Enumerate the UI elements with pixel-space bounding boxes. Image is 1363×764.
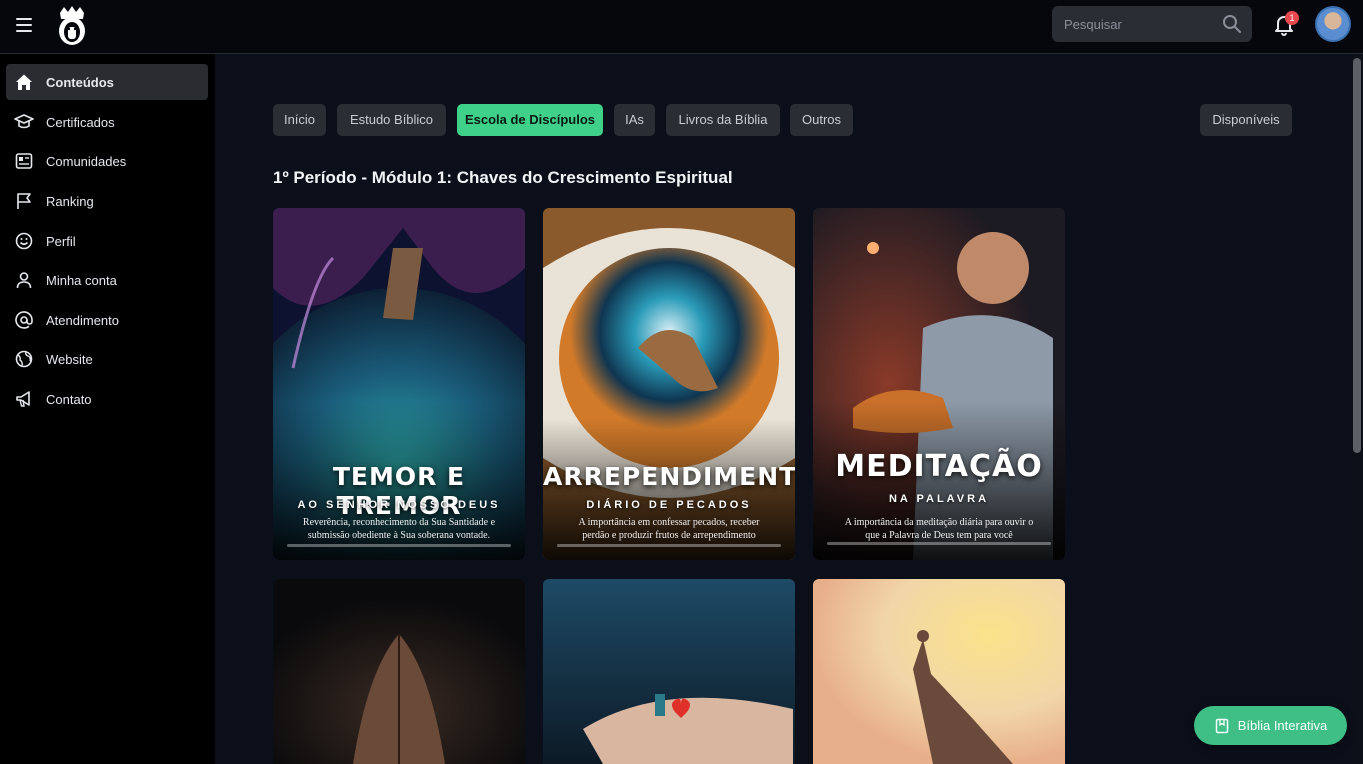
progress-bar — [827, 542, 1051, 545]
card-description: Reverência, reconhecimento da Sua Santid… — [289, 516, 509, 542]
sidebar-item-minha-conta[interactable]: Minha conta — [6, 262, 208, 298]
sidebar: Conteúdos Certificados Comunidades Ranki… — [0, 54, 215, 764]
top-bar: 1 — [0, 0, 1363, 54]
notification-badge: 1 — [1285, 11, 1299, 25]
sidebar-item-label: Comunidades — [46, 153, 127, 169]
fab-label: Bíblia Interativa — [1237, 718, 1328, 733]
scrollbar[interactable] — [1351, 54, 1363, 764]
sidebar-item-certificados[interactable]: Certificados — [6, 104, 208, 140]
sidebar-item-label: Website — [46, 351, 93, 367]
search-input[interactable] — [1052, 6, 1212, 42]
smile-icon — [14, 231, 34, 251]
home-icon — [14, 72, 34, 92]
course-card-arrependimento[interactable]: ARREPENDIMENTO DIÁRIO DE PECADOS A impor… — [543, 208, 795, 560]
graduation-cap-icon — [14, 112, 34, 132]
card-title: MEDITAÇÃO — [835, 449, 1043, 484]
sidebar-item-ranking[interactable]: Ranking — [6, 183, 208, 219]
card-description-line: A importância da meditação diária para o… — [844, 517, 1034, 528]
lion-logo[interactable] — [56, 5, 88, 47]
sidebar-item-atendimento[interactable]: Atendimento — [6, 302, 208, 338]
course-card-adoracao[interactable] — [813, 579, 1065, 764]
progress-bar — [557, 544, 781, 547]
hamburger-menu-icon[interactable] — [12, 14, 36, 38]
bookmark-book-icon — [1215, 718, 1228, 733]
megaphone-icon — [14, 389, 34, 409]
sidebar-item-label: Minha conta — [46, 272, 117, 288]
user-icon — [14, 270, 34, 290]
tab-estudo-biblico[interactable]: Estudo Bíblico — [337, 104, 446, 136]
sidebar-item-conteudos[interactable]: Conteúdos — [6, 64, 208, 100]
course-card-temor-e-tremor[interactable]: TEMOR E TREMOR AO SENHOR NOSSO DEUS Reve… — [273, 208, 525, 560]
tab-outros[interactable]: Outros — [790, 104, 853, 136]
avatar[interactable] — [1315, 6, 1351, 42]
card-description: A importância em confessar pecados, rece… — [559, 516, 779, 542]
sidebar-item-label: Conteúdos — [46, 74, 114, 90]
sidebar-item-comunidades[interactable]: Comunidades — [6, 143, 208, 179]
card-description-line: submissão obediente à Sua soberana vonta… — [307, 530, 491, 541]
card-artwork — [273, 579, 525, 764]
course-card-meditacao[interactable]: MEDITAÇÃO NA PALAVRA A importância da me… — [813, 208, 1065, 560]
sidebar-item-label: Contato — [46, 391, 92, 407]
card-artwork — [543, 579, 795, 764]
card-subtitle: DIÁRIO DE PECADOS — [586, 499, 752, 511]
sidebar-item-contato[interactable]: Contato — [6, 381, 208, 417]
course-card-amor[interactable] — [543, 579, 795, 764]
card-description: A importância da meditação diária para o… — [829, 516, 1049, 542]
globe-icon — [14, 349, 34, 369]
tab-ias[interactable]: IAs — [614, 104, 655, 136]
search-icon[interactable] — [1222, 14, 1242, 34]
sidebar-item-perfil[interactable]: Perfil — [6, 223, 208, 259]
sidebar-item-label: Certificados — [46, 114, 115, 130]
card-description-line: perdão e produzir frutos de arrependimen… — [582, 530, 756, 541]
scrollbar-thumb[interactable] — [1353, 58, 1361, 453]
filter-disponiveis-button[interactable]: Disponíveis — [1200, 104, 1292, 136]
progress-bar — [287, 544, 511, 547]
card-description-line: Reverência, reconhecimento da Sua Santid… — [302, 517, 496, 528]
flag-icon — [14, 191, 34, 211]
search-box — [1052, 6, 1252, 42]
sidebar-item-label: Ranking — [46, 193, 94, 209]
card-subtitle: NA PALAVRA — [888, 493, 990, 505]
card-title: TEMOR E TREMOR — [332, 462, 466, 520]
tab-livros-da-biblia[interactable]: Livros da Bíblia — [666, 104, 780, 136]
sidebar-item-label: Perfil — [46, 233, 76, 249]
card-description-line: A importância em confessar pecados, rece… — [578, 517, 760, 528]
newspaper-icon — [14, 151, 34, 171]
sidebar-item-label: Atendimento — [46, 312, 119, 328]
tab-escola-de-discipulos[interactable]: Escola de Discípulos — [457, 104, 603, 136]
card-artwork — [813, 208, 1065, 560]
card-description-line: que a Palavra de Deus tem para você — [865, 530, 1013, 541]
card-artwork — [813, 579, 1065, 764]
tab-inicio[interactable]: Início — [273, 104, 326, 136]
course-card-oracao[interactable] — [273, 579, 525, 764]
biblia-interativa-button[interactable]: Bíblia Interativa — [1194, 706, 1347, 745]
card-title: ARREPENDIMENTO — [543, 462, 795, 491]
section-title: 1º Período - Módulo 1: Chaves do Crescim… — [273, 168, 733, 187]
card-subtitle: AO SENHOR NOSSO DEUS — [297, 499, 501, 511]
sidebar-item-website[interactable]: Website — [6, 341, 208, 377]
at-sign-icon — [14, 310, 34, 330]
